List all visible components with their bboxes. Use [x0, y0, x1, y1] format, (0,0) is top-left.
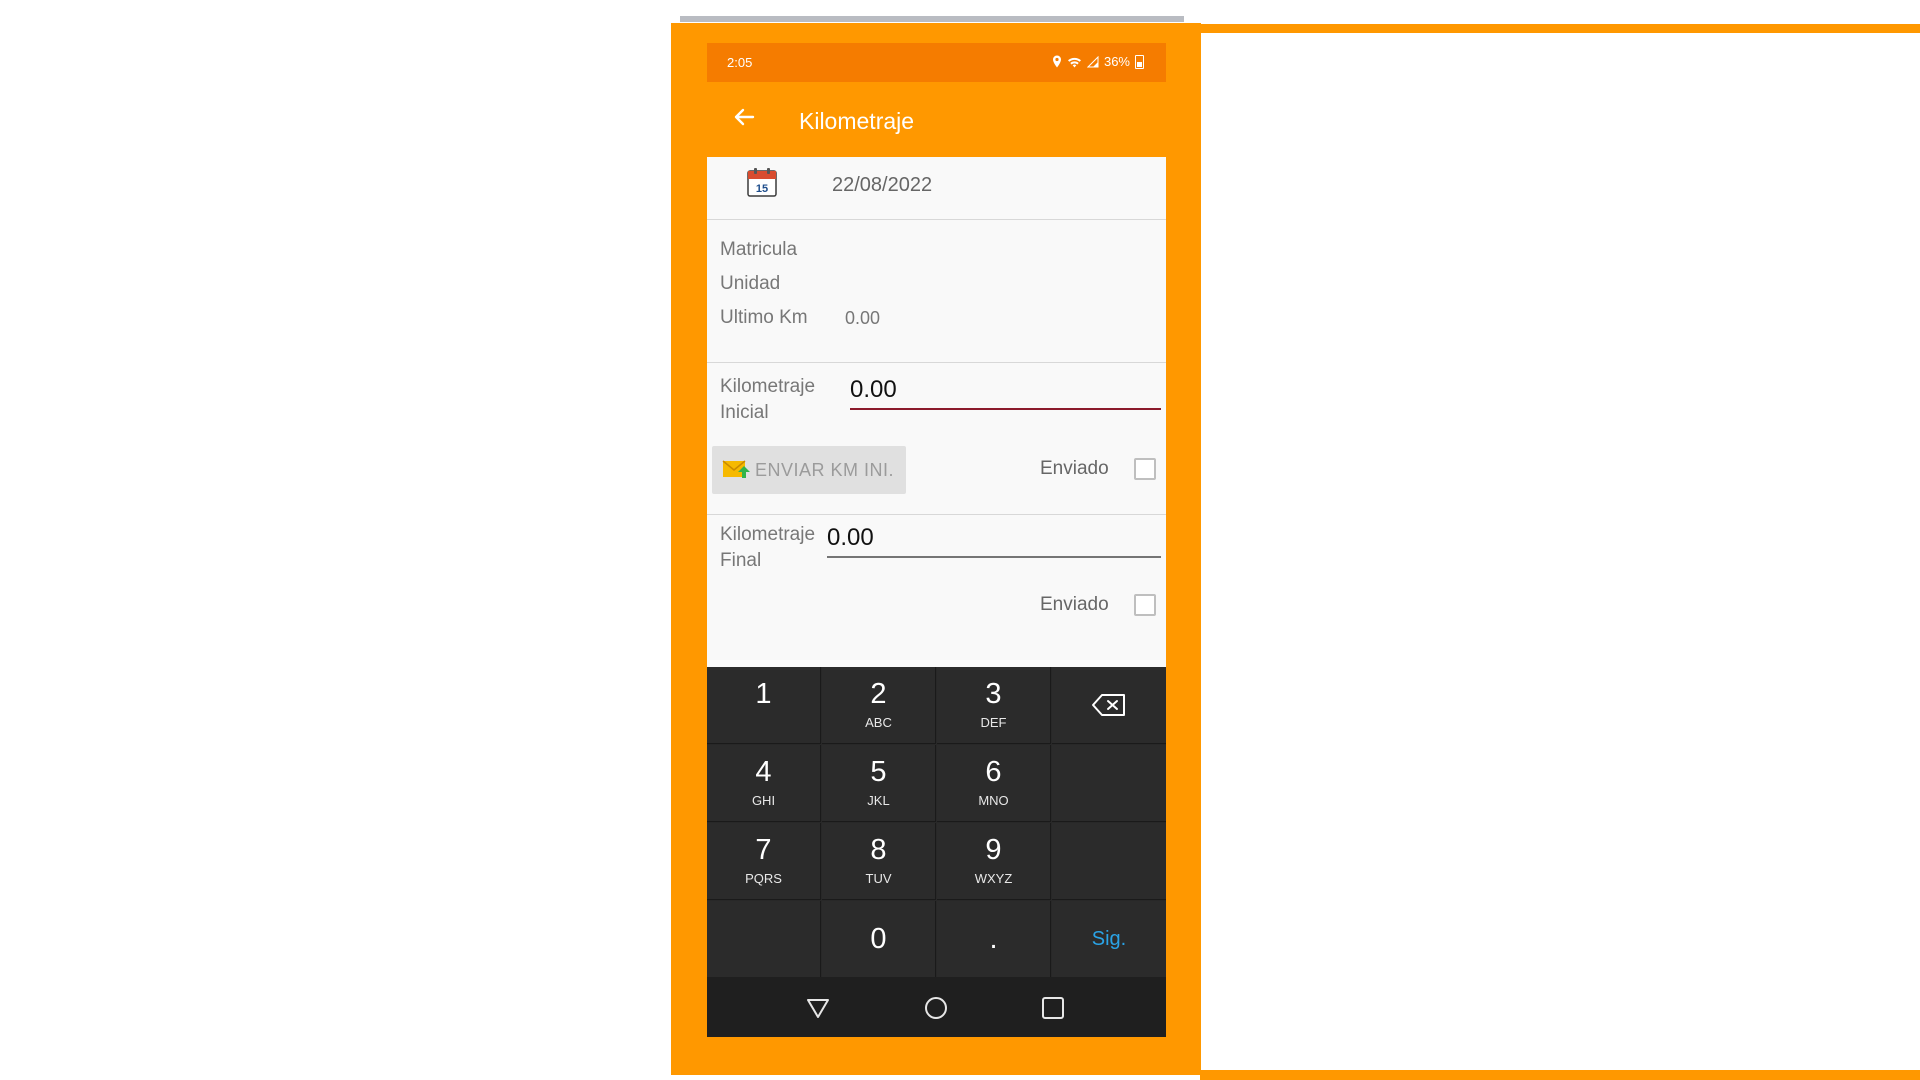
- home-circle-icon[interactable]: [923, 995, 949, 1021]
- key-9[interactable]: 9 WXYZ: [937, 823, 1051, 900]
- key-8[interactable]: 8 TUV: [822, 823, 936, 900]
- arrow-left-icon[interactable]: [727, 100, 761, 134]
- km-final-label-line2: Final: [720, 550, 762, 571]
- wifi-icon: [1067, 57, 1081, 67]
- key-3[interactable]: 3 DEF: [937, 667, 1051, 744]
- km-final-enviado-checkbox[interactable]: [1134, 594, 1156, 616]
- app-bar: Kilometraje: [707, 82, 1166, 157]
- frame-top-line: [680, 16, 1184, 22]
- system-navigation-bar: [707, 977, 1166, 1037]
- key-6[interactable]: 6 MNO: [937, 745, 1051, 822]
- status-bar: 2:05 36%: [707, 43, 1166, 82]
- enviar-km-inicial-label: ENVIAR KM INI.: [755, 460, 895, 480]
- ultimo-km-label: Ultimo Km: [720, 307, 808, 328]
- km-inicial-label: Kilometraje Inicial: [720, 374, 830, 426]
- signal-icon: [1086, 55, 1099, 67]
- enviar-km-inicial-button[interactable]: ENVIAR KM INI.: [712, 446, 906, 494]
- km-final-input[interactable]: 0.00: [827, 524, 1161, 558]
- ultimo-km-value: 0.00: [845, 308, 881, 328]
- km-inicial-enviado-checkbox[interactable]: [1134, 458, 1156, 480]
- km-final-label: Kilometraje Final: [720, 522, 830, 574]
- km-final-label-line1: Kilometraje: [720, 524, 816, 545]
- orange-frame-top-strip: [1184, 24, 1920, 33]
- next-key[interactable]: Sig.: [1052, 901, 1166, 978]
- backspace-icon: [1092, 694, 1125, 716]
- calendar-icon[interactable]: 15: [747, 167, 777, 197]
- location-icon: [1052, 55, 1061, 68]
- status-icons: 36%: [1052, 54, 1144, 69]
- send-mail-icon: [722, 460, 750, 478]
- km-inicial-enviado-label: Enviado: [1040, 458, 1109, 479]
- km-inicial-label-line2: Inicial: [720, 402, 769, 423]
- keypad-blank-key: [707, 901, 821, 978]
- keypad-blank-key: [1052, 823, 1166, 900]
- backspace-key[interactable]: [1052, 667, 1166, 744]
- key-4[interactable]: 4 GHI: [707, 745, 821, 822]
- km-inicial-label-line1: Kilometraje: [720, 376, 816, 397]
- key-1[interactable]: 1: [707, 667, 821, 744]
- date-value[interactable]: 22/08/2022: [832, 174, 932, 197]
- km-final-section: Kilometraje Final 0.00 Enviado: [707, 514, 1166, 667]
- key-0[interactable]: 0: [822, 901, 936, 978]
- unidad-label: Unidad: [720, 273, 781, 294]
- key-5[interactable]: 5 JKL: [822, 745, 936, 822]
- km-inicial-input[interactable]: 0.00: [850, 376, 1161, 410]
- key-7[interactable]: 7 PQRS: [707, 823, 821, 900]
- recents-square-icon[interactable]: [1040, 995, 1066, 1021]
- battery-percent: 36%: [1103, 54, 1130, 69]
- key-2[interactable]: 2 ABC: [822, 667, 936, 744]
- next-key-label: Sig.: [1091, 928, 1127, 950]
- km-inicial-section: Kilometraje Inicial 0.00 ENVIAR KM INI. …: [707, 362, 1166, 515]
- matricula-label: Matricula: [720, 239, 798, 260]
- back-triangle-icon[interactable]: [805, 995, 831, 1021]
- km-final-enviado-label: Enviado: [1040, 594, 1109, 615]
- page-title: Kilometraje: [799, 108, 915, 134]
- vehicle-info: Matricula Unidad Ultimo Km 0.00: [707, 219, 1166, 363]
- phone-screen: 2:05 36% Kilometraje 15 22/08/2022 Matri…: [707, 43, 1166, 1037]
- orange-frame-bottom-strip: [1200, 1070, 1920, 1080]
- keypad-blank-key: [1052, 745, 1166, 822]
- key-decimal[interactable]: .: [937, 901, 1051, 978]
- date-row[interactable]: 15 22/08/2022: [707, 157, 1166, 220]
- svg-text:15: 15: [756, 183, 768, 195]
- status-time: 2:05: [727, 55, 753, 70]
- battery-icon: [1135, 54, 1144, 69]
- numeric-keypad: 1 2 ABC 3 DEF 4 GHI 5 JKL 6 MNO 7 PQRS 8 TUV: [707, 667, 1166, 978]
